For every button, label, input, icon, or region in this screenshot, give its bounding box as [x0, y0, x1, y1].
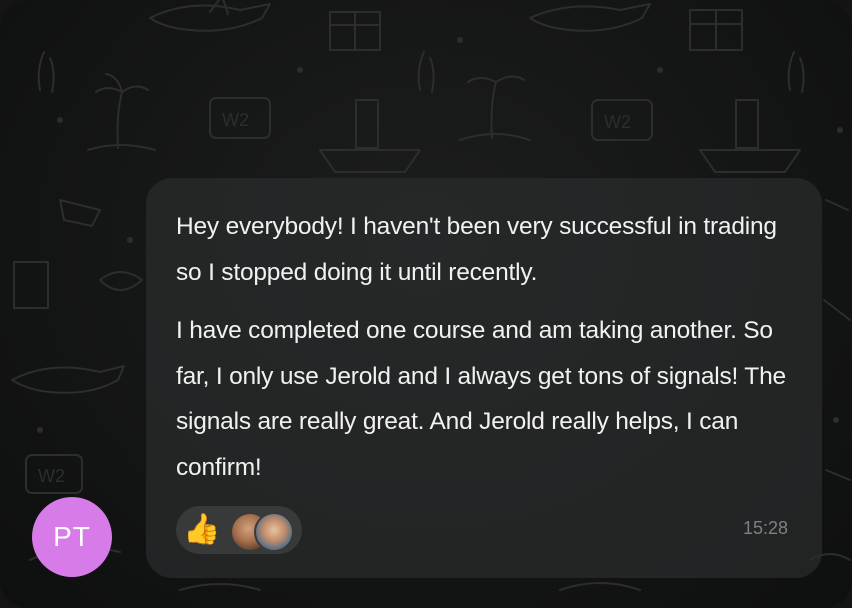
reaction-pill[interactable]: 👍 — [176, 506, 302, 554]
svg-text:W2: W2 — [38, 466, 65, 486]
message-paragraph-1: Hey everybody! I haven't been very succe… — [176, 213, 777, 286]
chat-background: W2 W2 W2 Hey everybody! I haven't been v… — [0, 0, 852, 608]
svg-text:W2: W2 — [222, 110, 249, 130]
sender-avatar[interactable]: PT — [32, 497, 112, 577]
reactor-avatar-2 — [254, 512, 294, 552]
thumbs-up-icon: 👍 — [183, 513, 221, 546]
svg-text:W2: W2 — [604, 112, 631, 132]
message-text: Hey everybody! I haven't been very succe… — [176, 204, 796, 490]
message-bubble[interactable]: Hey everybody! I haven't been very succe… — [146, 178, 822, 578]
message-paragraph-2: I have completed one course and am takin… — [176, 317, 786, 481]
message-timestamp: 15:28 — [742, 518, 788, 538]
